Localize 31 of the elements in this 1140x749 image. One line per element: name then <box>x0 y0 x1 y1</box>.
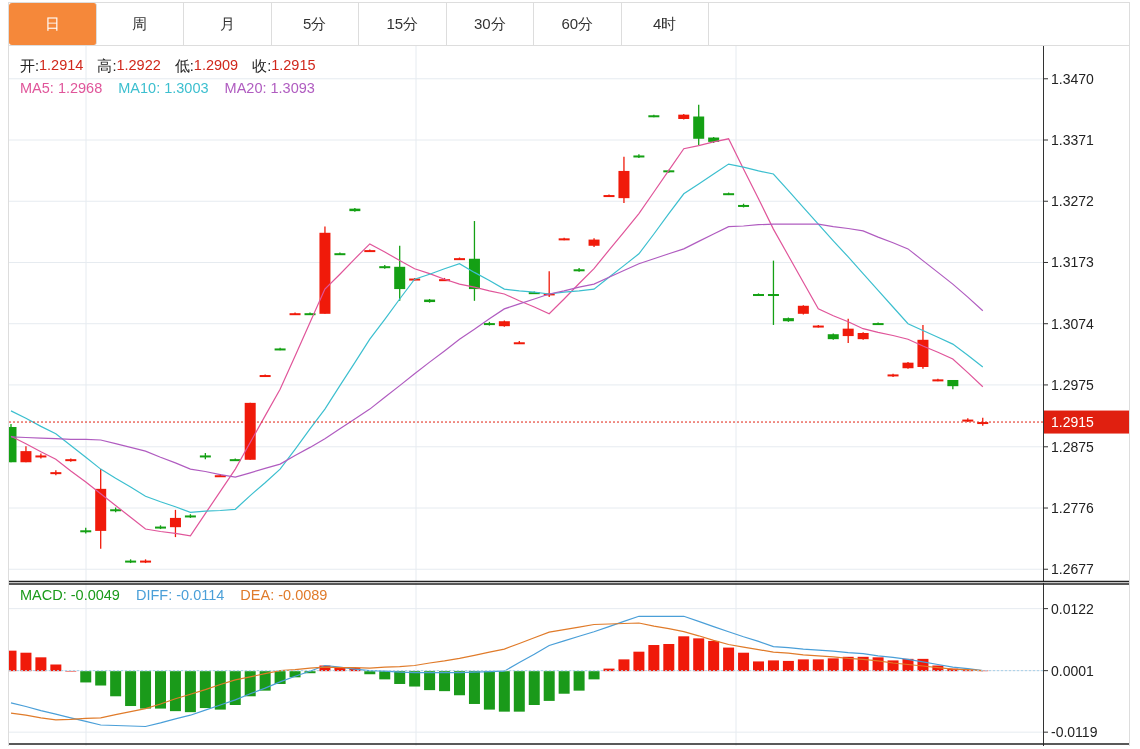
legend-label: 低: <box>174 57 194 76</box>
axis-label: 1.3074 <box>1051 315 1094 332</box>
axis-label: 0.0001 <box>1051 662 1094 679</box>
axis-label: 1.2875 <box>1051 438 1094 455</box>
legend-value: : 1.3093 <box>262 80 315 96</box>
current-price-tag: 1.2915 <box>1044 410 1129 434</box>
legend-value: : -0.0049 <box>62 587 120 603</box>
legend-value: : -0.0114 <box>168 587 225 603</box>
axis-label: 1.2975 <box>1051 376 1094 393</box>
axis-label: 1.2776 <box>1051 500 1094 516</box>
legend-label: MA5 <box>20 80 50 96</box>
legend-label: 收: <box>252 57 272 76</box>
axis-label: 1.3371 <box>1051 132 1094 148</box>
axis-label: -0.0119 <box>1051 724 1098 741</box>
legend-value: 1.2909 <box>193 57 239 75</box>
legend-label: MACD <box>20 587 63 603</box>
legend-value: 1.2922 <box>116 57 161 75</box>
axis-label: 1.2677 <box>1051 561 1094 578</box>
legend-label: 开: <box>20 57 40 76</box>
legend-label: 高: <box>97 57 117 76</box>
legend-label: MA20 <box>224 80 263 96</box>
ref-line-label: 1.2915 <box>1051 414 1095 431</box>
legend-value: : -0.0089 <box>270 587 328 603</box>
axis-label: 1.3470 <box>1051 70 1094 87</box>
legend-value: : 1.2968 <box>49 80 103 96</box>
axis-label: 1.3173 <box>1051 254 1094 271</box>
legend-value: : 1.3003 <box>156 80 209 96</box>
axis-label: 0.0122 <box>1051 600 1094 617</box>
legend-value: 1.2915 <box>271 57 316 75</box>
axis-label: 1.3272 <box>1051 193 1094 210</box>
legend-value: 1.2914 <box>39 57 84 75</box>
